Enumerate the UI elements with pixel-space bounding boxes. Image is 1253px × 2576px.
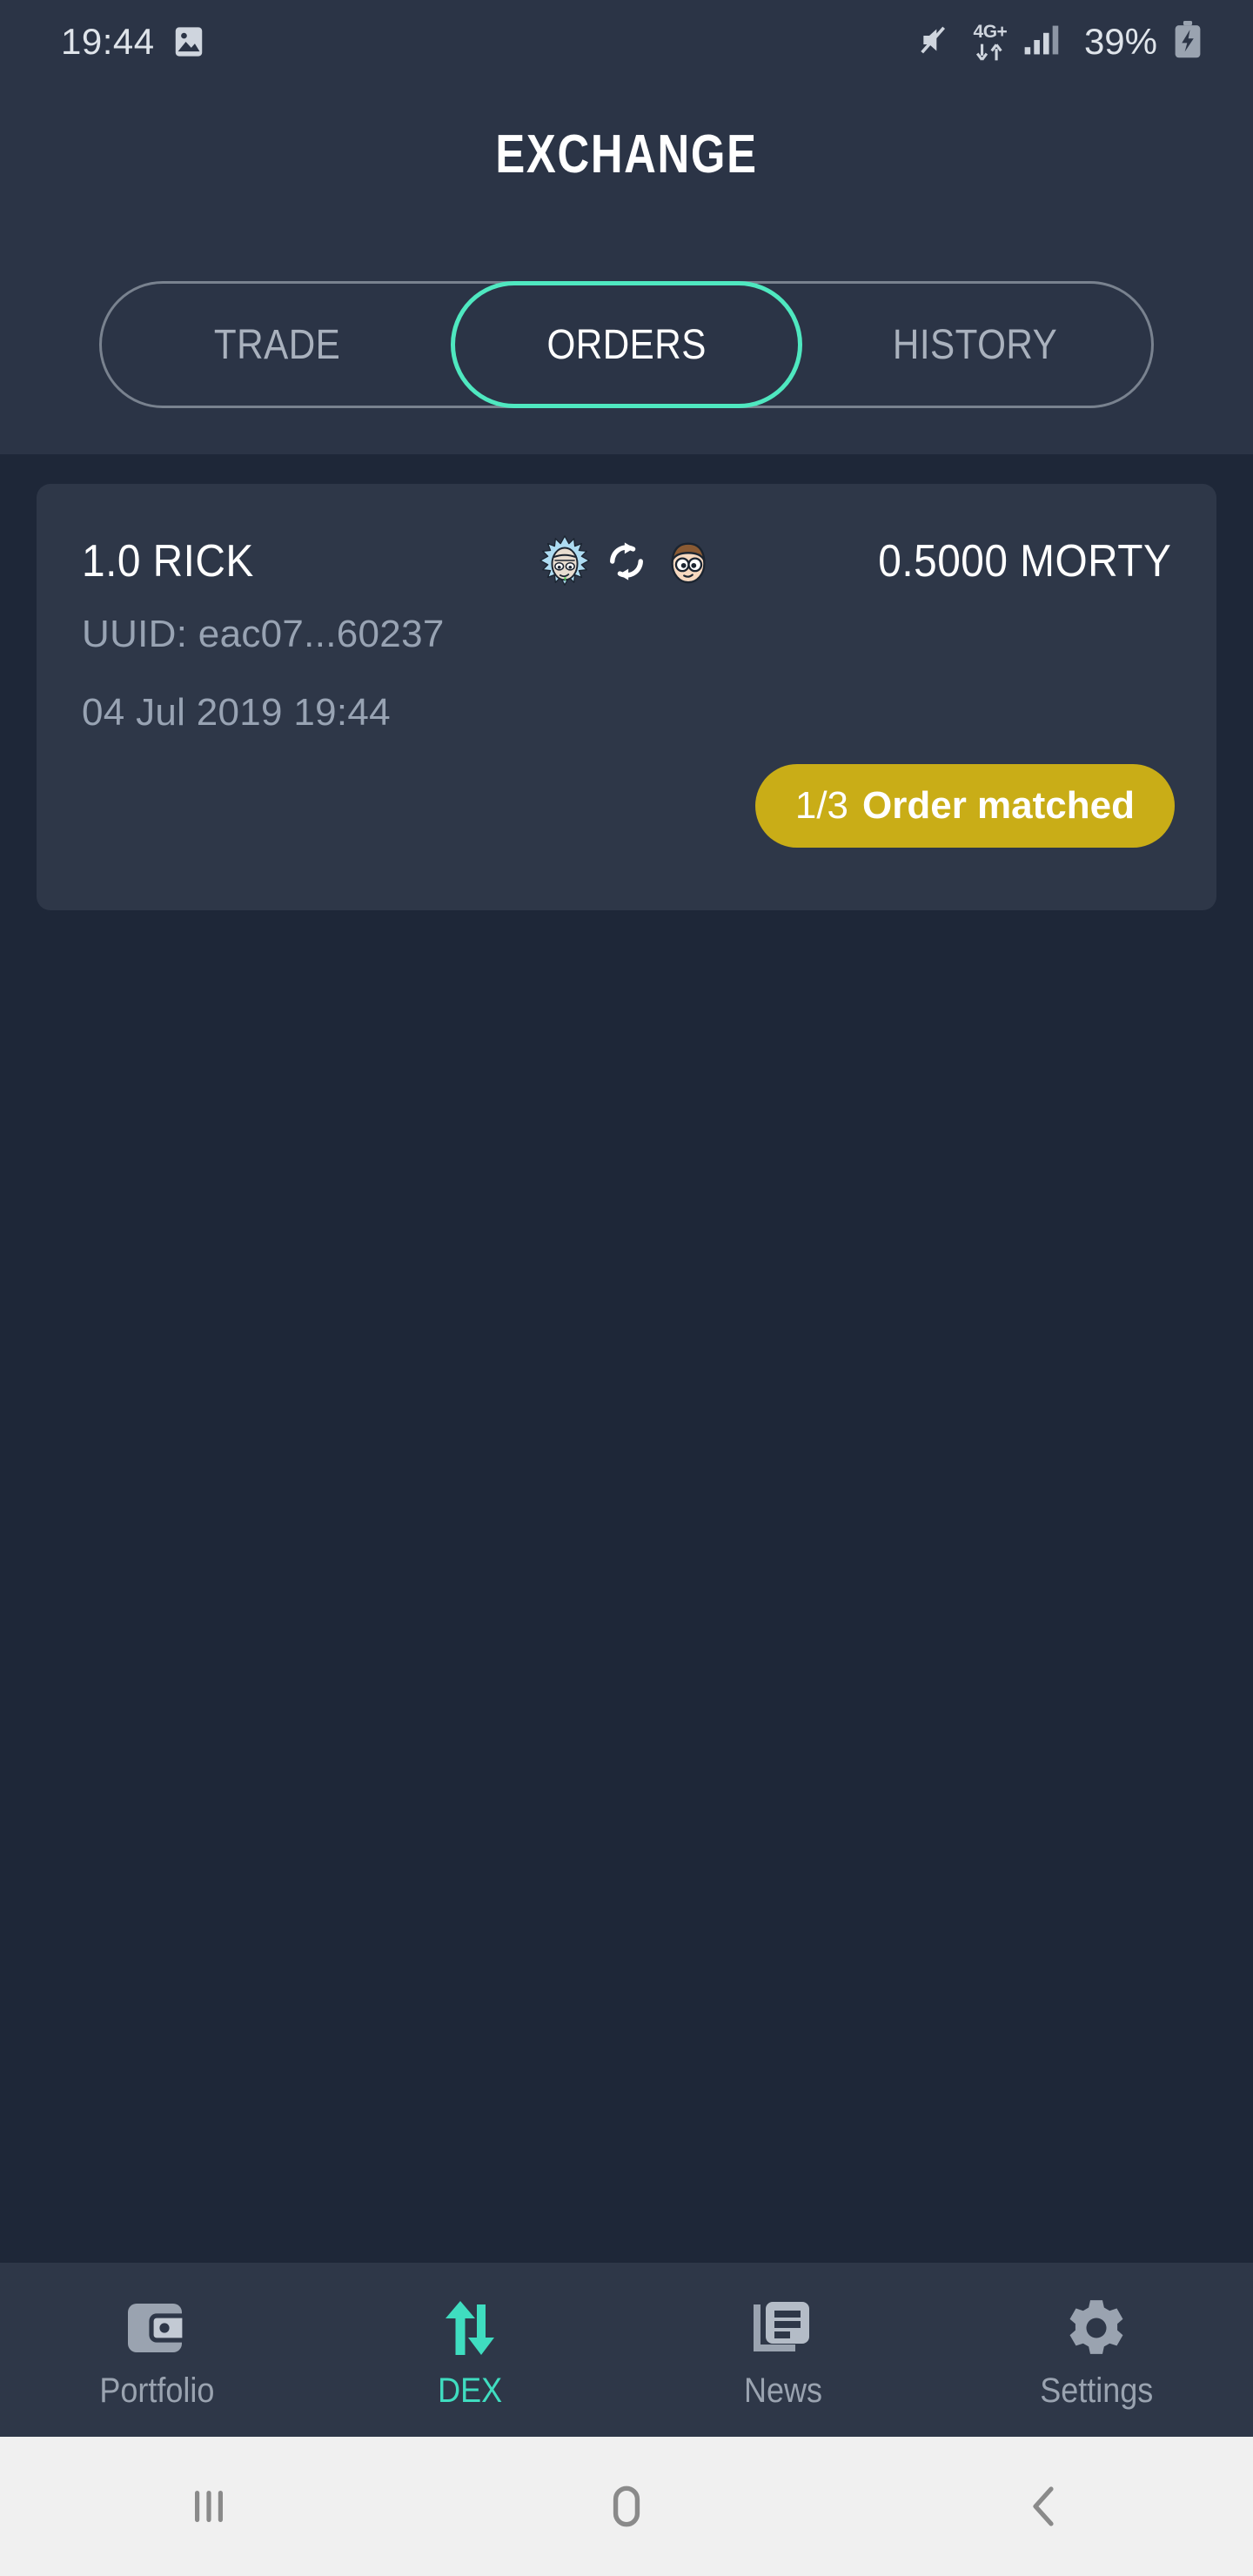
app-header: EXCHANGE TRADE ORDERS HISTORY	[0, 84, 1253, 454]
nav-label-news: News	[743, 2371, 823, 2410]
nav-label-dex: DEX	[437, 2371, 503, 2410]
battery-charging-icon	[1173, 20, 1203, 64]
signal-bars-icon	[1023, 23, 1063, 61]
nav-item-news[interactable]: News	[626, 2263, 940, 2437]
status-badge[interactable]: 1/3 Order matched	[754, 764, 1175, 848]
gallery-icon	[174, 26, 204, 57]
gear-icon	[1066, 2295, 1127, 2361]
order-date: 04 Jul 2019 19:44	[82, 691, 391, 734]
status-time: 19:44	[61, 21, 155, 62]
coin-pair	[538, 534, 715, 588]
tab-history[interactable]: HISTORY	[800, 281, 1151, 408]
recents-icon[interactable]	[0, 2482, 418, 2531]
exchange-tab-bar: TRADE ORDERS HISTORY	[99, 281, 1154, 408]
nav-label-settings: Settings	[1039, 2371, 1154, 2410]
nav-item-portfolio[interactable]: Portfolio	[0, 2263, 313, 2437]
order-base-amount: 1.0 RICK	[82, 536, 254, 587]
speaker-muted-icon	[919, 23, 957, 62]
nav-item-dex[interactable]: DEX	[313, 2263, 626, 2437]
tab-trade-label: TRADE	[214, 321, 341, 368]
page-title: EXCHANGE	[495, 124, 758, 184]
network-type-indicator: 4G+	[973, 23, 1008, 62]
tab-orders[interactable]: ORDERS	[451, 281, 802, 408]
swap-vertical-icon	[441, 2295, 499, 2361]
nav-item-settings[interactable]: Settings	[940, 2263, 1253, 2437]
order-rel-amount: 0.5000 MORTY	[877, 536, 1171, 587]
wallet-icon	[125, 2295, 188, 2361]
status-badge-fraction: 1/3	[794, 784, 849, 827]
swap-arrows-icon	[610, 542, 643, 580]
tab-orders-label: ORDERS	[546, 321, 707, 368]
status-bar-left: 19:44	[61, 21, 204, 63]
status-bar: 19:44 4G+ 39%	[0, 0, 1253, 84]
data-transfer-icon	[975, 43, 1002, 61]
order-amount-row: 1.0 RICK 0.5000 MORTY	[37, 522, 1216, 600]
news-article-icon	[754, 2295, 813, 2361]
status-bar-right: 4G+ 39%	[919, 20, 1203, 64]
morty-coin-icon	[671, 542, 706, 584]
bottom-navigation: Portfolio DEX News Settings	[0, 2263, 1253, 2437]
order-uuid: UUID: eac07...60237	[82, 613, 445, 655]
network-label: 4G+	[973, 21, 1008, 42]
tab-trade[interactable]: TRADE	[102, 281, 453, 408]
nav-label-portfolio: Portfolio	[98, 2371, 215, 2410]
tab-history-label: HISTORY	[893, 321, 1058, 368]
order-card[interactable]: 1.0 RICK 0.5000 MORTY UUID: eac07...6023…	[37, 484, 1216, 910]
status-badge-text: Order matched	[862, 784, 1135, 827]
home-icon[interactable]	[418, 2481, 835, 2532]
android-navigation-bar	[0, 2437, 1253, 2576]
battery-percent: 39%	[1083, 21, 1157, 62]
back-icon[interactable]	[835, 2482, 1253, 2531]
rick-coin-icon	[539, 535, 590, 586]
